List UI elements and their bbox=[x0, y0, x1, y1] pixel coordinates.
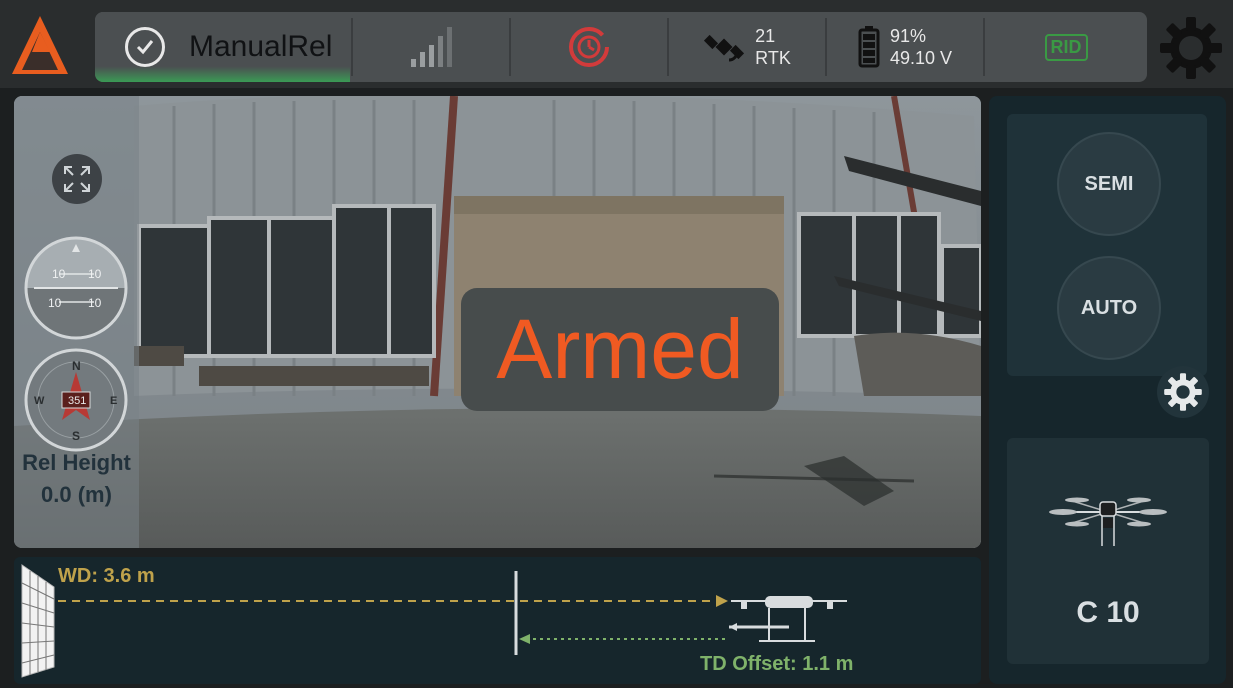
compass-west: W bbox=[34, 395, 45, 407]
rel-height-value: 0.0 (m) bbox=[41, 482, 112, 507]
drone-top-icon bbox=[1049, 497, 1167, 546]
mode-select-box: SEMI AUTO bbox=[1007, 114, 1207, 376]
pitch-label-upper: 10 bbox=[88, 267, 102, 281]
heading-readout: 351 bbox=[68, 395, 86, 407]
return-home-segment[interactable] bbox=[511, 12, 667, 82]
remote-id-segment[interactable]: RID bbox=[985, 12, 1147, 82]
armed-status-text: Armed bbox=[496, 302, 744, 396]
expand-icon[interactable] bbox=[52, 154, 102, 204]
distance-panel: WD: 3.6 m TD Offset: 1.1 m bbox=[14, 557, 981, 684]
return-home-icon bbox=[569, 27, 609, 67]
camera-video-view[interactable]: 10 10 10 10 N S E W 351 Rel Height 0.0 (… bbox=[14, 96, 981, 548]
compass-north: N bbox=[72, 359, 81, 373]
drone-name-label: C 10 bbox=[1076, 596, 1140, 629]
armed-status-overlay: Armed bbox=[461, 288, 779, 411]
pitch-label-lower-left: 10 bbox=[48, 296, 62, 310]
signal-bars-icon bbox=[411, 27, 452, 67]
right-control-panel: SEMI AUTO C 10 bbox=[989, 96, 1226, 684]
auto-mode-button[interactable]: AUTO bbox=[1057, 256, 1161, 360]
remote-id-badge: RID bbox=[1044, 33, 1088, 61]
battery-icon bbox=[858, 26, 880, 68]
compass-south: S bbox=[72, 429, 80, 443]
gear-icon[interactable] bbox=[1157, 366, 1209, 418]
pitch-label-upper-left: 10 bbox=[52, 267, 66, 281]
gear-icon[interactable] bbox=[1158, 15, 1224, 81]
pitch-label-lower: 10 bbox=[88, 296, 102, 310]
signal-segment[interactable] bbox=[353, 12, 509, 82]
battery-percent: 91% bbox=[889, 26, 926, 46]
satellite-icon bbox=[704, 34, 745, 62]
gps-segment[interactable]: 21 RTK bbox=[669, 12, 825, 82]
flight-mode-label: ManualRel bbox=[189, 30, 333, 63]
compass-icon: N S E W 351 bbox=[24, 348, 128, 452]
drone-info-box[interactable]: C 10 bbox=[1007, 438, 1209, 664]
rel-height-label: Rel Height bbox=[22, 450, 131, 475]
drone-side-icon bbox=[729, 596, 847, 642]
compass-east: E bbox=[110, 395, 117, 407]
semi-mode-label: SEMI bbox=[1084, 172, 1134, 195]
auto-mode-label: AUTO bbox=[1080, 296, 1138, 319]
instrument-column: 10 10 10 10 N S E W 351 Rel Height 0.0 (… bbox=[14, 96, 139, 548]
battery-voltage: 49.10 V bbox=[889, 48, 953, 68]
semi-mode-button[interactable]: SEMI bbox=[1057, 132, 1161, 236]
top-status-bar: ManualRel 21 RTK 91% 49.10 V RID bbox=[0, 0, 1233, 88]
app-logo bbox=[12, 16, 68, 74]
battery-segment[interactable]: 91% 49.10 V bbox=[827, 12, 983, 82]
gps-fix-type: RTK bbox=[755, 48, 791, 68]
status-strip: ManualRel 21 RTK 91% 49.10 V RID bbox=[95, 12, 1147, 82]
td-offset-label: TD Offset: 1.1 m bbox=[700, 653, 854, 675]
attitude-indicator: 10 10 10 10 bbox=[24, 236, 128, 340]
flight-mode-segment[interactable]: ManualRel bbox=[95, 12, 350, 82]
check-circle-icon bbox=[125, 27, 165, 67]
satellite-count: 21 bbox=[755, 26, 776, 46]
